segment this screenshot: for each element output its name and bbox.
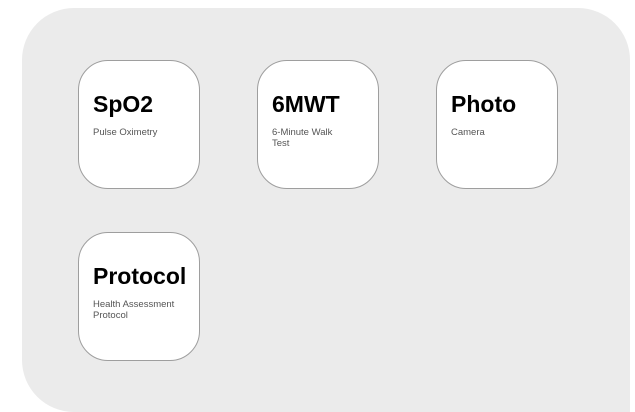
tile-title: SpO2 [93,91,154,117]
tile-subtitle: Pulse Oximetry [93,127,158,138]
6mwt-tile[interactable]: 6MWT 6-Minute Walk Test [257,60,379,189]
tile-subtitle: Health Assessment Protocol [93,299,175,321]
tile-title: 6MWT [272,91,340,117]
spo2-tile[interactable]: SpO2 Pulse Oximetry [78,60,200,189]
tile-title: Photo [451,91,517,117]
protocol-tile[interactable]: Protocol Health Assessment Protocol [78,232,200,361]
tile-grid-panel: SpO2 Pulse Oximetry 6MWT 6-Minute Walk T… [22,8,630,412]
tile-title: Protocol [93,263,187,289]
photo-tile[interactable]: Photo Camera [436,60,558,189]
tile-subtitle: 6-Minute Walk Test [272,127,333,149]
tile-subtitle: Camera [451,127,485,138]
